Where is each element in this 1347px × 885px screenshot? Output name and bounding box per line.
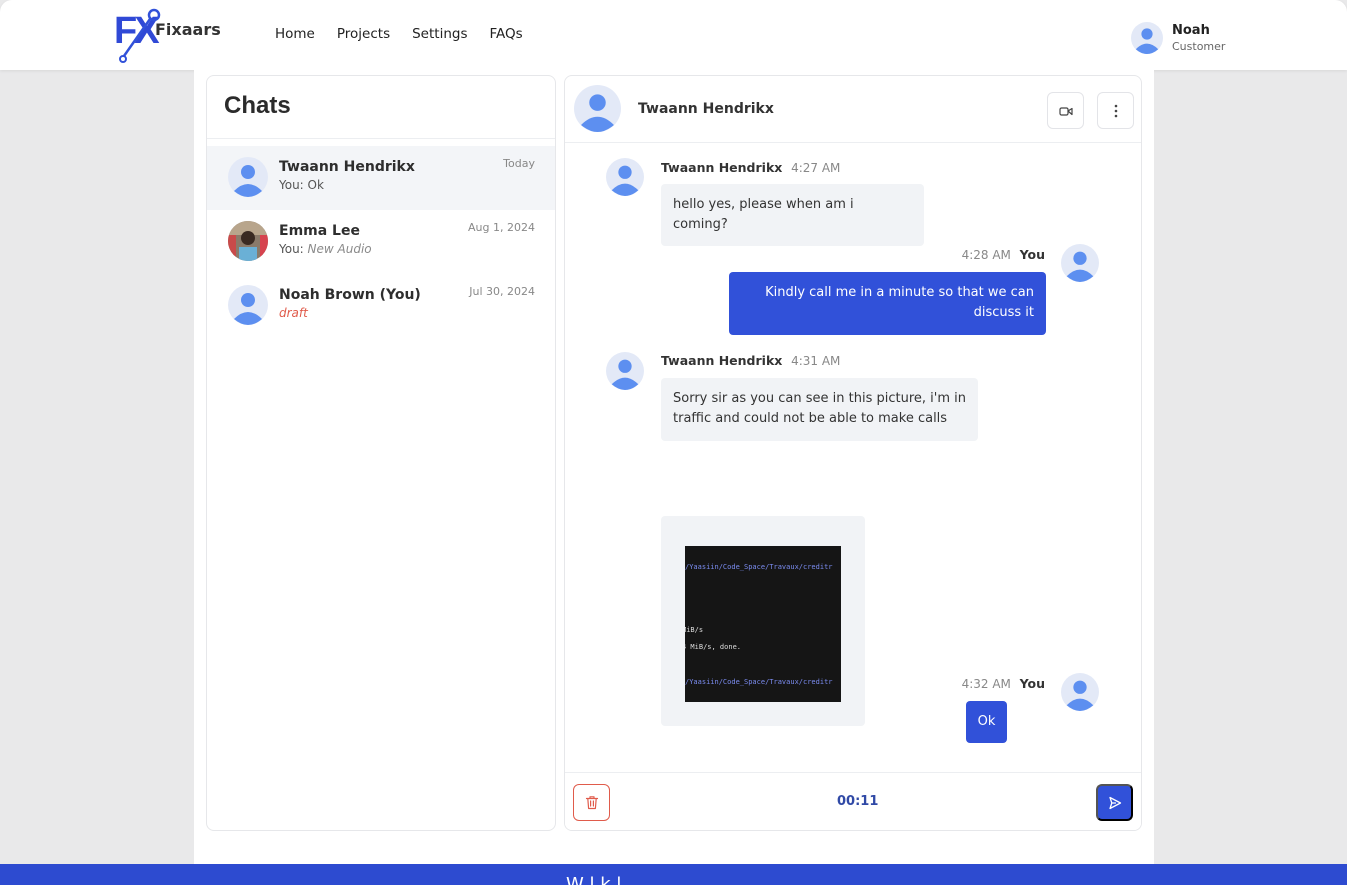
send-button[interactable] (1096, 784, 1133, 821)
chat-name: Emma Lee (279, 223, 360, 239)
chat-date: Jul 30, 2024 (469, 285, 535, 298)
footer-band-text: W l k l (566, 874, 622, 885)
chats-panel: Chats Twaann Hendrikx You: Ok Today Emma… (206, 75, 556, 831)
nav-home-link[interactable]: Home (275, 26, 315, 42)
user-avatar-icon (1131, 22, 1163, 54)
send-icon (1108, 796, 1121, 809)
delete-recording-button[interactable] (573, 784, 610, 821)
message-time: 4:27 AM (791, 161, 841, 175)
conversation-panel: Twaann Hendrikx Twaann Hendrikx 4:27 AM … (564, 75, 1142, 831)
user-role: Customer (1172, 40, 1226, 53)
conversation-header: Twaann Hendrikx (565, 76, 1141, 143)
avatar-photo (228, 221, 268, 261)
message-sender: Twaann Hendrikx 4:27 AM (661, 160, 841, 175)
nav-faqs-link[interactable]: FAQs (489, 26, 522, 42)
video-call-icon (1058, 106, 1073, 116)
avatar-placeholder-icon (606, 158, 644, 200)
chat-item-twaann[interactable]: Twaann Hendrikx You: Ok Today (207, 146, 555, 210)
message-sender: Twaann Hendrikx 4:31 AM (661, 353, 841, 368)
message-bubble-incoming: hello yes, please when am i coming? (661, 184, 924, 246)
recording-footer: 00:11 (565, 772, 1141, 830)
chat-date: Today (503, 157, 535, 170)
user-name: Noah (1172, 23, 1210, 38)
top-navbar: FX Fixaars Home Projects Settings FAQs N… (0, 0, 1347, 70)
avatar-placeholder-icon (228, 157, 268, 197)
main-nav: Home Projects Settings FAQs (275, 26, 545, 42)
chat-preview: draft (279, 306, 308, 320)
image-attachment[interactable]: /Yaasiin/Code_Space/Travaux/creditr MiB/… (661, 516, 865, 726)
chat-date: Aug 1, 2024 (468, 221, 535, 234)
message-time: 4:28 AM (961, 248, 1011, 262)
contact-avatar-icon (574, 85, 621, 132)
message-bubble-outgoing: Ok (966, 701, 1007, 743)
message-time: 4:31 AM (791, 354, 841, 368)
video-call-button[interactable] (1047, 92, 1084, 129)
conversation-title: Twaann Hendrikx (638, 101, 774, 117)
avatar-placeholder-icon (1061, 244, 1099, 286)
recording-timer: 00:11 (837, 794, 879, 809)
chat-preview: You: New Audio (279, 242, 372, 256)
footer-band: W l k l (0, 864, 1347, 885)
avatar-placeholder-icon (228, 285, 268, 325)
brand-name: Fixaars (155, 20, 221, 39)
message-list[interactable]: Twaann Hendrikx 4:27 AM hello yes, pleas… (565, 144, 1141, 772)
chat-name: Noah Brown (You) (279, 287, 421, 303)
message-sender: 4:32 AM You (961, 676, 1045, 691)
avatar-placeholder-icon (606, 352, 644, 394)
chat-item-emma[interactable]: Emma Lee You: New Audio Aug 1, 2024 (207, 210, 555, 274)
trash-icon (585, 796, 598, 810)
chat-name: Twaann Hendrikx (279, 159, 415, 175)
nav-settings-link[interactable]: Settings (412, 26, 467, 42)
draft-label: draft (279, 306, 308, 320)
attachment-image: /Yaasiin/Code_Space/Travaux/creditr MiB/… (685, 546, 841, 702)
divider (207, 138, 555, 139)
chats-title: Chats (224, 92, 291, 119)
message-bubble-outgoing: Kindly call me in a minute so that we ca… (729, 272, 1046, 335)
brand-logo[interactable]: FX Fixaars (114, 8, 224, 64)
chat-preview: You: Ok (279, 178, 324, 192)
more-options-button[interactable] (1097, 92, 1134, 129)
more-vertical-icon (1114, 104, 1117, 117)
message-bubble-incoming: Sorry sir as you can see in this picture… (661, 378, 978, 441)
message-sender: 4:28 AM You (961, 247, 1045, 262)
chat-item-noah[interactable]: Noah Brown (You) draft Jul 30, 2024 (207, 274, 555, 338)
message-time: 4:32 AM (961, 677, 1011, 691)
nav-projects-link[interactable]: Projects (337, 26, 390, 42)
avatar-placeholder-icon (1061, 673, 1099, 715)
